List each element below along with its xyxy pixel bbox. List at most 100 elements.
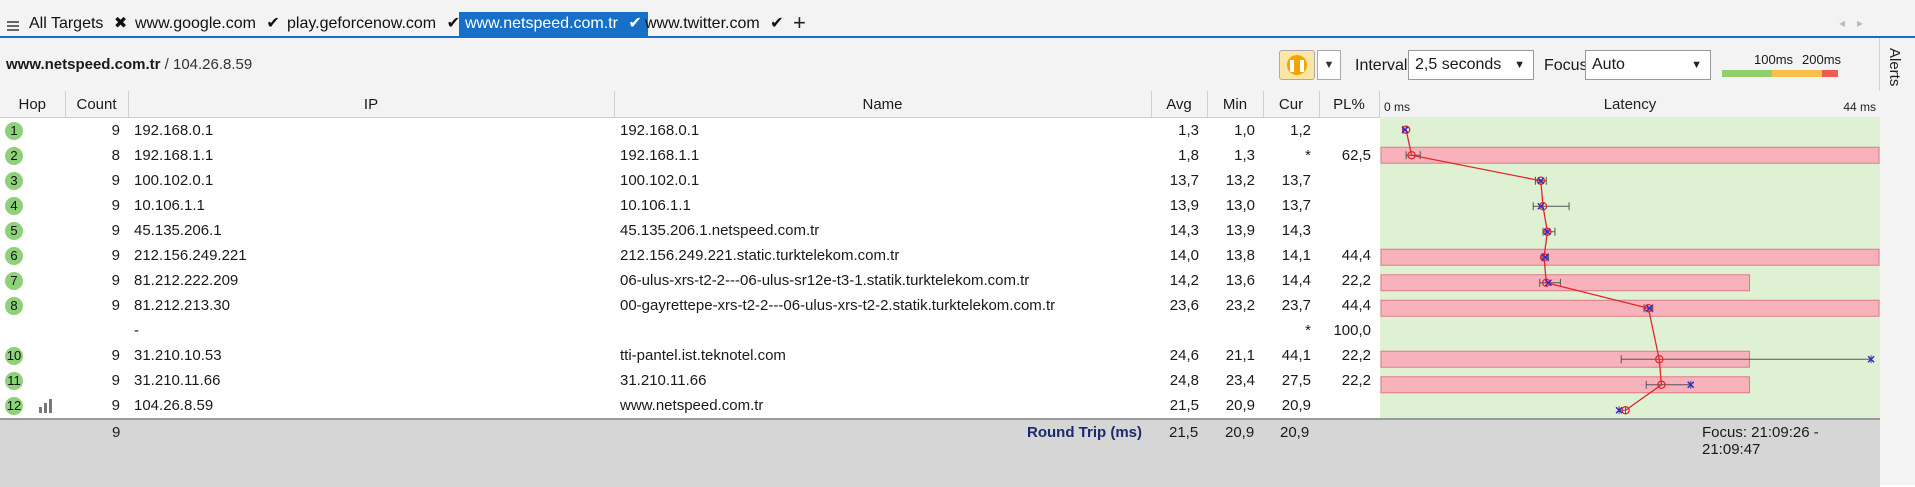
tab-label: www.twitter.com bbox=[645, 15, 760, 32]
col-ip[interactable]: IP bbox=[128, 91, 615, 118]
scale-yellow-bar bbox=[1772, 70, 1822, 77]
min-cell: 13,6 bbox=[1225, 272, 1255, 289]
count-cell: 9 bbox=[111, 347, 120, 364]
hop-cell: 10 bbox=[0, 343, 65, 368]
name-cell: tti-pantel.ist.teknotel.com bbox=[620, 347, 786, 364]
ip-cell: 31.210.10.53 bbox=[134, 347, 222, 364]
check-icon: ✔ bbox=[446, 15, 460, 32]
pl-cell bbox=[1319, 118, 1379, 144]
count-cell: 9 bbox=[111, 247, 120, 264]
hop-cell: 4 bbox=[0, 193, 65, 218]
tab-geforcenow[interactable]: play.geforcenow.com ✔ bbox=[287, 12, 460, 36]
pl-cell: 44,4 bbox=[1341, 297, 1371, 314]
ip-cell: 212.156.249.221 bbox=[134, 247, 247, 264]
name-cell: 192.168.0.1 bbox=[620, 122, 700, 139]
tab-scroll-arrows-icon[interactable]: ◂▸ bbox=[1839, 16, 1875, 30]
packet-loss-bar bbox=[1380, 274, 1751, 292]
round-trip-footer: 9 Round Trip (ms) 21,5 20,9 20,9 Focus: … bbox=[0, 418, 1880, 487]
latency-chart: Latency 0 ms 44 ms bbox=[1380, 96, 1880, 418]
tab-label: www.google.com bbox=[135, 15, 256, 32]
avg-cell: 24,6 bbox=[1169, 347, 1199, 364]
cur-cell: 13,7 bbox=[1281, 172, 1311, 189]
bar-chart-icon[interactable] bbox=[39, 398, 55, 413]
pl-cell bbox=[1319, 393, 1379, 418]
min-cell: 21,1 bbox=[1225, 347, 1255, 364]
pl-cell: 22,2 bbox=[1341, 272, 1371, 289]
focus-select[interactable]: Auto ▼ bbox=[1585, 50, 1711, 80]
hop-cell: 11 bbox=[0, 368, 65, 393]
col-name[interactable]: Name bbox=[614, 91, 1152, 118]
scale-200-label: 200ms bbox=[1802, 52, 1842, 67]
col-hop[interactable]: Hop bbox=[0, 91, 66, 118]
hop-cell: 1 bbox=[0, 118, 65, 144]
scale-100-label: 100ms bbox=[1754, 52, 1794, 67]
col-pl[interactable]: PL% bbox=[1319, 91, 1380, 118]
hop-badge: 3 bbox=[5, 171, 23, 190]
col-count[interactable]: Count bbox=[65, 91, 129, 118]
latency-max-label: 44 ms bbox=[1843, 100, 1876, 114]
hop-cell: 3 bbox=[0, 168, 65, 193]
hop-cell: 12 bbox=[0, 393, 65, 418]
close-icon[interactable]: ✖ bbox=[114, 12, 127, 36]
packet-loss-bar bbox=[1380, 146, 1880, 164]
ip-cell: 100.102.0.1 bbox=[134, 172, 214, 189]
pl-cell bbox=[1319, 168, 1379, 193]
tab-all-targets[interactable]: All Targets ✖ bbox=[29, 12, 127, 36]
cur-cell: 14,3 bbox=[1281, 222, 1311, 239]
col-avg[interactable]: Avg bbox=[1151, 91, 1208, 118]
interval-value: 2,5 seconds bbox=[1415, 56, 1502, 73]
hop-cell: 8 bbox=[0, 293, 65, 318]
pause-options-button[interactable]: ▼ bbox=[1317, 50, 1341, 80]
ip-cell: 10.106.1.1 bbox=[134, 197, 205, 214]
footer-focus-range: Focus: 21:09:26 - 21:09:47 bbox=[1702, 424, 1819, 458]
hop-cell: 7 bbox=[0, 268, 65, 293]
count-cell: 9 bbox=[111, 222, 120, 239]
name-cell: 31.210.11.66 bbox=[620, 372, 707, 389]
menu-icon[interactable] bbox=[7, 21, 19, 31]
avg-cell bbox=[1151, 318, 1207, 343]
tab-google[interactable]: www.google.com ✔ bbox=[135, 12, 280, 36]
tab-label: play.geforcenow.com bbox=[287, 15, 437, 32]
pause-button[interactable]: ❚❚ bbox=[1279, 50, 1315, 80]
name-cell: 00-gayrettepe-xrs-t2-2---06-ulus-xrs-t2-… bbox=[620, 297, 1056, 314]
ip-cell: 192.168.0.1 bbox=[134, 122, 214, 139]
hop-badge: 2 bbox=[5, 146, 23, 165]
packet-loss-bar bbox=[1380, 299, 1880, 317]
count-cell: 9 bbox=[111, 397, 120, 414]
pl-cell bbox=[1319, 193, 1379, 218]
hop-badge: 12 bbox=[5, 396, 23, 415]
target-title: www.netspeed.com.tr / 104.26.8.59 bbox=[6, 56, 252, 73]
tab-twitter[interactable]: www.twitter.com ✔ bbox=[645, 12, 784, 36]
scale-green-bar bbox=[1722, 70, 1772, 77]
chevron-down-icon: ▼ bbox=[1514, 59, 1525, 71]
ip-cell: - bbox=[134, 322, 139, 339]
interval-select[interactable]: 2,5 seconds ▼ bbox=[1408, 50, 1534, 80]
pl-cell: 44,4 bbox=[1341, 247, 1371, 264]
packet-loss-bar bbox=[1380, 248, 1880, 266]
add-tab-icon[interactable]: + bbox=[793, 10, 806, 36]
ip-cell: 192.168.1.1 bbox=[134, 147, 214, 164]
footer-round-trip-label: Round Trip (ms) bbox=[1027, 424, 1142, 441]
pl-cell: 100,0 bbox=[1333, 322, 1371, 339]
alerts-panel-tab[interactable]: Alerts bbox=[1879, 38, 1915, 485]
col-cur[interactable]: Cur bbox=[1263, 91, 1320, 118]
avg-cell: 1,3 bbox=[1178, 122, 1199, 139]
hop-badge: 6 bbox=[5, 246, 23, 265]
count-cell bbox=[65, 318, 128, 343]
cur-cell: 14,1 bbox=[1281, 247, 1311, 264]
col-min[interactable]: Min bbox=[1207, 91, 1264, 118]
cur-cell: 13,7 bbox=[1281, 197, 1311, 214]
packet-loss-bar bbox=[1380, 376, 1751, 394]
pl-cell: 22,2 bbox=[1341, 347, 1371, 364]
name-cell: 192.168.1.1 bbox=[620, 147, 700, 164]
tab-netspeed[interactable]: www.netspeed.com.tr ✔ bbox=[459, 12, 648, 38]
ip-cell: 81.212.222.209 bbox=[134, 272, 239, 289]
avg-cell: 14,2 bbox=[1169, 272, 1199, 289]
hop-badge: 11 bbox=[5, 371, 23, 390]
pl-cell: 22,2 bbox=[1341, 372, 1371, 389]
chevron-down-icon: ▼ bbox=[1691, 59, 1702, 71]
min-cell: 23,4 bbox=[1225, 372, 1255, 389]
name-cell: www.netspeed.com.tr bbox=[620, 397, 764, 414]
count-cell: 9 bbox=[111, 272, 120, 289]
pl-cell: 62,5 bbox=[1341, 147, 1371, 164]
